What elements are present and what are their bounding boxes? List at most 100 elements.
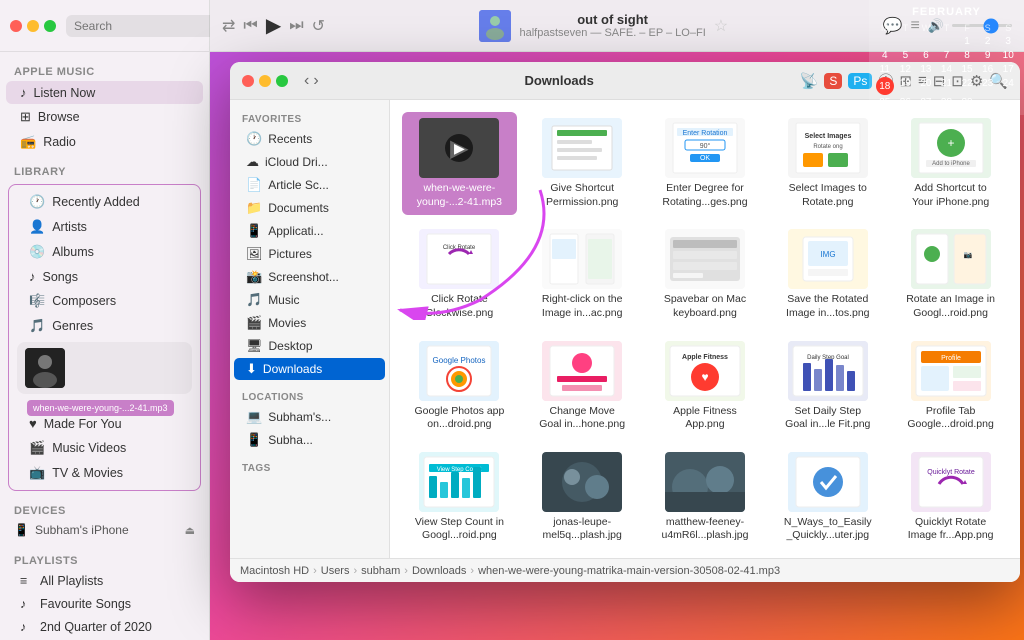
sidebar-item-songs[interactable]: ♪ Songs [15, 265, 194, 288]
path-subham[interactable]: subham [361, 565, 400, 577]
cal-day-2[interactable]: 2 [978, 35, 998, 48]
device-item-iphone[interactable]: 📱 Subham's iPhone ⏏ [0, 519, 209, 541]
finder-sidebar-screenshots[interactable]: 📸 Screenshot... [234, 266, 385, 288]
sidebar-item-albums[interactable]: 💿 Albums [15, 240, 194, 264]
file-item-8[interactable]: Spavebar on Mac keyboard.png [648, 223, 763, 326]
file-item-19[interactable]: N_Ways_to_Easily_Quickly...uter.jpg [770, 446, 885, 549]
path-filename[interactable]: when-we-were-young-matrika-main-version-… [478, 565, 780, 577]
cal-day-20[interactable]: 20 [916, 77, 936, 95]
sidebar-item-all-playlists[interactable]: ≡ All Playlists [6, 570, 203, 592]
sidebar-item-music-videos[interactable]: 🎬 Music Videos [15, 436, 194, 460]
cal-day-24[interactable]: 24 [998, 77, 1018, 95]
cal-day-10[interactable]: 10 [998, 49, 1018, 62]
cal-day-6[interactable]: 6 [916, 49, 936, 62]
cal-day-16[interactable]: 16 [978, 63, 998, 76]
cal-day-8[interactable]: 8 [957, 49, 977, 62]
file-item-3[interactable]: Enter Rotation 90° OK Enter Degree for R… [648, 112, 763, 215]
path-downloads[interactable]: Downloads [412, 565, 466, 577]
cal-day-25[interactable]: 25 [875, 96, 895, 109]
cal-day-22[interactable]: 22 [957, 77, 977, 95]
file-item-4[interactable]: Select Images Rotate ong Select Images t… [770, 112, 885, 215]
file-item-16[interactable]: View Step Count View Step Count in Googl… [402, 446, 517, 549]
cal-day-today-18[interactable]: 18 [876, 77, 894, 95]
cal-day-17[interactable]: 17 [998, 63, 1018, 76]
airdrop-icon[interactable]: 📡 [800, 72, 819, 90]
finder-sidebar-movies[interactable]: 🎬 Movies [234, 312, 385, 334]
close-button[interactable] [10, 20, 22, 32]
path-users[interactable]: Users [321, 565, 350, 577]
finder-sidebar-downloads[interactable]: ⬇ Downloads [234, 358, 385, 380]
cal-day-5[interactable]: 5 [896, 49, 916, 62]
cal-day-9[interactable]: 9 [978, 49, 998, 62]
cal-day-11[interactable]: 11 [875, 63, 895, 76]
cal-day-27[interactable]: 27 [916, 96, 936, 109]
next-button[interactable]: ⏭ [289, 17, 303, 35]
s-icon[interactable]: S [824, 73, 842, 89]
finder-sidebar-recents[interactable]: 🕐 Recents [234, 128, 385, 150]
cal-day-1[interactable]: 1 [957, 35, 977, 48]
play-button[interactable]: ▶ [266, 13, 281, 38]
cal-day-19[interactable]: 19 [896, 77, 916, 95]
file-item-mp3[interactable]: ▶ ▶ when-we-were-young-...2-41.mp3 [402, 112, 517, 215]
finder-sidebar-icloud[interactable]: ☁ iCloud Dri... [234, 151, 385, 173]
file-item-5[interactable]: + Add to iPhone Add Shortcut to Your iPh… [893, 112, 1008, 215]
prev-button[interactable]: ⏮ [243, 17, 257, 35]
repeat-button[interactable]: ↺ [312, 16, 325, 36]
file-item-7[interactable]: Right-click on the Image in...ac.png [525, 223, 640, 326]
file-item-6[interactable]: Click Rotate Click Rotate Clockwise.png [402, 223, 517, 326]
file-item-11[interactable]: Google Photos Google Photos app on...dro… [402, 335, 517, 438]
cal-day-28[interactable]: 28 [937, 96, 957, 109]
path-macintosh[interactable]: Macintosh HD [240, 565, 309, 577]
finder-fullscreen-button[interactable] [276, 75, 288, 87]
cal-day-7[interactable]: 7 [937, 49, 957, 62]
finder-sidebar-documents[interactable]: 📁 Documents [234, 197, 385, 219]
cal-day-14[interactable]: 14 [937, 63, 957, 76]
sidebar-item-composers[interactable]: 🎼 Composers [15, 289, 194, 313]
finder-sidebar-music[interactable]: 🎵 Music [234, 289, 385, 311]
file-item-12[interactable]: Change Move Goal in...hone.png [525, 335, 640, 438]
finder-sidebar-macbook[interactable]: 💻 Subham's... [234, 406, 385, 428]
minimize-button[interactable] [27, 20, 39, 32]
cal-day-23[interactable]: 23 [978, 77, 998, 95]
file-item-14[interactable]: Daily Step Goal Set Daily Step Goal in..… [770, 335, 885, 438]
sidebar-item-artists[interactable]: 👤 Artists [15, 215, 194, 239]
cal-day-29[interactable]: 29 [957, 96, 977, 109]
sidebar-item-recently-added[interactable]: 🕐 Recently Added [15, 190, 194, 214]
finder-back-button[interactable]: ‹ [304, 72, 309, 90]
cal-day-13[interactable]: 13 [916, 63, 936, 76]
fullscreen-button[interactable] [44, 20, 56, 32]
sidebar-item-genres[interactable]: 🎵 Genres [15, 314, 194, 338]
cal-day-15[interactable]: 15 [957, 63, 977, 76]
star-button[interactable]: ☆ [714, 16, 728, 36]
file-item-18[interactable]: matthew-feeney-u4mR6l...plash.jpg [648, 446, 763, 549]
finder-sidebar-iphone-loc[interactable]: 📱 Subha... [234, 429, 385, 451]
finder-sidebar-pictures[interactable]: 🖼 Pictures [234, 243, 385, 265]
finder-sidebar-articles[interactable]: 📄 Article Sc... [234, 174, 385, 196]
sidebar-item-favourite-songs[interactable]: ♪ Favourite Songs [6, 593, 203, 615]
file-item-10[interactable]: 📷 Rotate an Image in Googl...roid.png [893, 223, 1008, 326]
file-item-17[interactable]: jonas-leupe-mel5q...plash.jpg [525, 446, 640, 549]
finder-forward-button[interactable]: › [313, 72, 318, 90]
shuffle-button[interactable]: ⇄ [222, 16, 235, 36]
sidebar-item-radio[interactable]: 📻 Radio [6, 130, 203, 154]
cal-day-26[interactable]: 26 [896, 96, 916, 109]
cal-day-4[interactable]: 4 [875, 49, 895, 62]
file-item-20[interactable]: Quicklyt Rotate Quicklyt Rotate Image fr… [893, 446, 1008, 549]
cal-day-21[interactable]: 21 [937, 77, 957, 95]
file-item-13[interactable]: Apple Fitness ♥ Apple Fitness App.png [648, 335, 763, 438]
sidebar-item-label: Music Videos [52, 441, 126, 455]
finder-close-button[interactable] [242, 75, 254, 87]
cal-day-3[interactable]: 3 [998, 35, 1018, 48]
file-item-15[interactable]: Profile Profile Tab Google...droid.png [893, 335, 1008, 438]
finder-minimize-button[interactable] [259, 75, 271, 87]
file-item-2[interactable]: Give Shortcut Permission.png [525, 112, 640, 215]
cal-day-12[interactable]: 12 [896, 63, 916, 76]
eject-icon[interactable]: ⏏ [185, 524, 195, 537]
finder-sidebar-desktop[interactable]: 🖥 Desktop [234, 335, 385, 357]
sidebar-item-tv-movies[interactable]: 📺 TV & Movies [15, 461, 194, 485]
sidebar-item-2nd-quarter[interactable]: ♪ 2nd Quarter of 2020 [6, 616, 203, 638]
file-item-9[interactable]: IMG Save the Rotated Image in...tos.png [770, 223, 885, 326]
finder-sidebar-applications[interactable]: 📱 Applicati... [234, 220, 385, 242]
sidebar-item-browse[interactable]: ⊞ Browse [6, 105, 203, 129]
sidebar-item-listen-now[interactable]: ♪ Listen Now [6, 81, 203, 104]
